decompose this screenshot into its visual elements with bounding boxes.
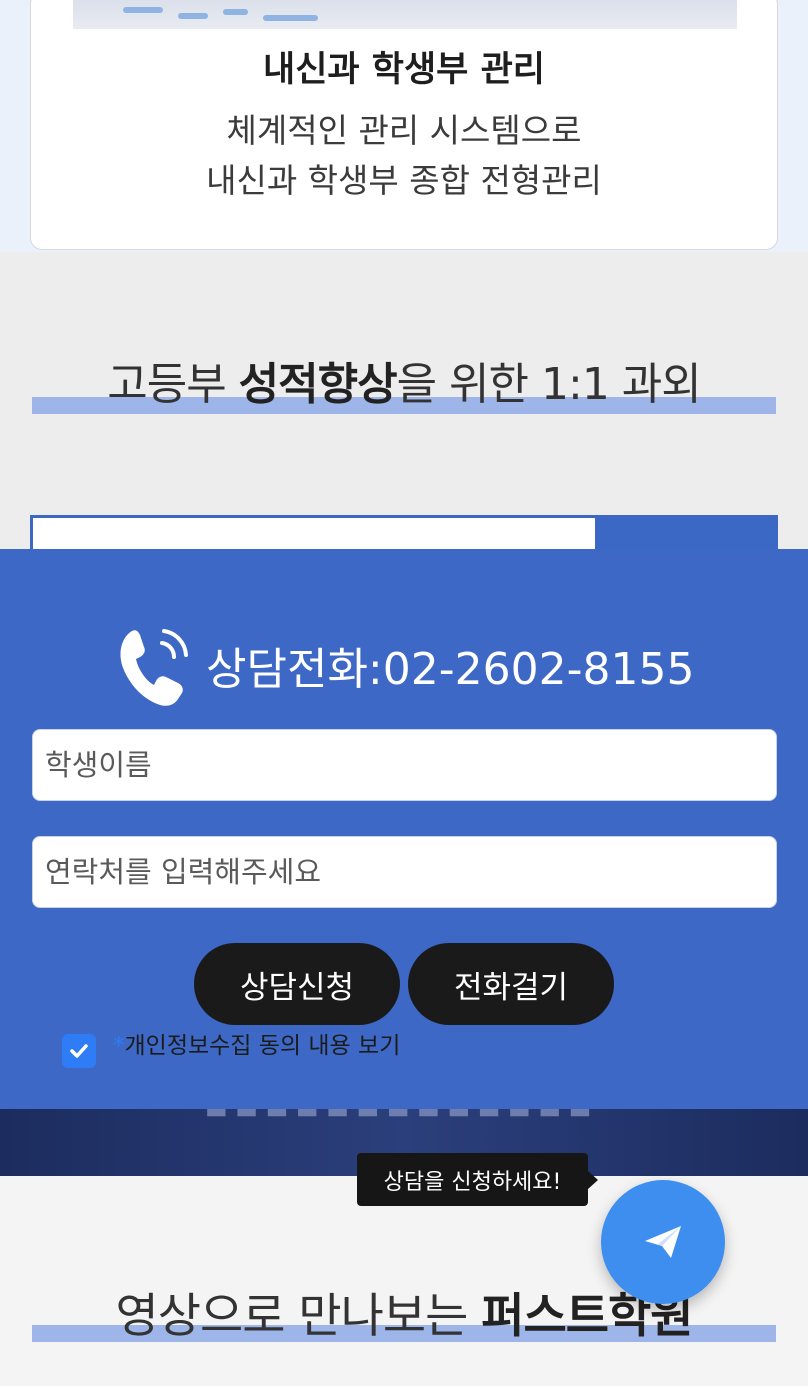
card-description: 체계적인 관리 시스템으로 내신과 학생부 종합 전형관리 bbox=[31, 106, 777, 206]
heading-suffix: 을 위한 1:1 과외 bbox=[396, 359, 702, 410]
section-heading-tutoring: 고등부 성적향상을 위한 1:1 과외 bbox=[30, 348, 778, 412]
consent-link[interactable]: *개인정보수집 동의 내용 보기 bbox=[113, 1026, 400, 1060]
consent-label: 개인정보수집 동의 내용 보기 bbox=[124, 1033, 401, 1059]
heading-prefix: 고등부 bbox=[107, 359, 239, 410]
call-button[interactable]: 전화걸기 bbox=[408, 943, 614, 1025]
required-star: * bbox=[113, 1033, 125, 1059]
card-desc-line-1: 체계적인 관리 시스템으로 bbox=[226, 111, 582, 150]
consult-tooltip: 상담을 신청하세요! bbox=[357, 1153, 598, 1206]
heading2-prefix: 영상으로 만나보는 bbox=[115, 1289, 482, 1344]
image-stroke bbox=[223, 9, 248, 15]
consent-checkbox[interactable] bbox=[62, 1034, 96, 1068]
card-desc-line-2: 내신과 학생부 종합 전형관리 bbox=[206, 161, 602, 200]
consult-request-button[interactable]: 상담신청 bbox=[194, 943, 400, 1025]
consultation-form-panel: 상담전화:02-2602-8155 상담신청 전화걸기 *개인정보수집 동의 내… bbox=[0, 549, 808, 1109]
student-name-input[interactable] bbox=[32, 729, 777, 801]
contact-input[interactable] bbox=[32, 836, 777, 908]
card-title: 내신과 학생부 관리 bbox=[263, 50, 545, 90]
consult-fab-button[interactable] bbox=[601, 1180, 725, 1304]
check-icon bbox=[70, 1044, 88, 1058]
phone-icon bbox=[120, 629, 188, 706]
card-image bbox=[73, 0, 737, 29]
image-stroke bbox=[263, 15, 318, 21]
image-stroke bbox=[178, 13, 208, 19]
image-stroke bbox=[123, 7, 163, 13]
top-card-area: 내신과 학생부 관리 체계적인 관리 시스템으로 내신과 학생부 종합 전형관리 bbox=[0, 0, 808, 252]
feature-card: 내신과 학생부 관리 체계적인 관리 시스템으로 내신과 학생부 종합 전형관리 bbox=[30, 0, 778, 250]
phone-row: 상담전화:02-2602-8155 bbox=[0, 617, 808, 707]
heading-bold: 성적향상 bbox=[238, 359, 398, 410]
paper-plane-icon bbox=[645, 1226, 681, 1258]
phone-number-label: 상담전화:02-2602-8155 bbox=[206, 644, 695, 695]
